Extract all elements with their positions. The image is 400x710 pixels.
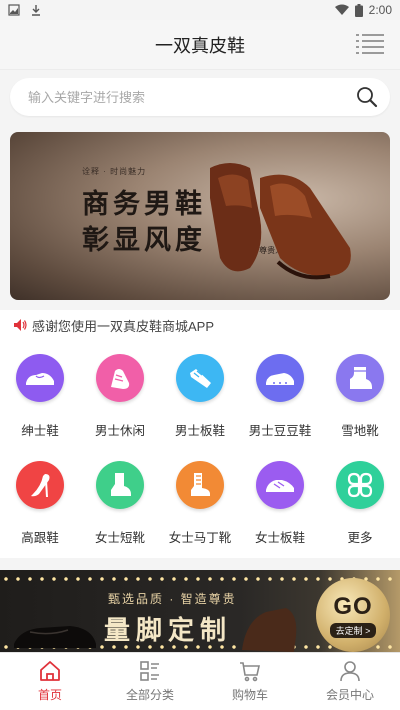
category-grid: 绅士鞋 男士休闲 男士板鞋 男士豆豆鞋 雪地靴 高跟鞋 女士短靴 女士马丁靴 女… bbox=[0, 340, 400, 558]
speaker-icon bbox=[14, 319, 27, 331]
user-icon bbox=[340, 661, 360, 682]
menu-icon[interactable] bbox=[356, 33, 384, 55]
driving-shoe-icon bbox=[256, 354, 304, 402]
wifi-icon bbox=[334, 4, 349, 15]
download-icon bbox=[32, 5, 40, 16]
search-bar bbox=[0, 70, 400, 124]
category-label: 男士豆豆鞋 bbox=[248, 424, 312, 438]
search-input[interactable] bbox=[28, 89, 356, 105]
category-item[interactable]: 更多 bbox=[320, 461, 400, 546]
custom-fit-banner[interactable]: 甄选品质 · 智造尊贵 量脚定制 GO 去定制 > bbox=[0, 570, 400, 656]
category-icon bbox=[140, 661, 159, 681]
banner-headline-2: 彰显风度 bbox=[82, 225, 206, 255]
header: 一双真皮鞋 bbox=[0, 20, 400, 70]
category-label: 女士短靴 bbox=[94, 531, 145, 545]
category-label: 更多 bbox=[347, 531, 373, 545]
dress-shoes-image bbox=[210, 163, 351, 280]
status-time: 2:00 bbox=[368, 3, 392, 17]
image-notification-icon bbox=[8, 4, 20, 16]
skate-shoe-icon bbox=[176, 354, 224, 402]
bottom-tab-bar: 首页 全部分类 购物车 会员中心 bbox=[0, 652, 400, 710]
tab-label: 会员中心 bbox=[325, 688, 374, 702]
category-item[interactable]: 男士豆豆鞋 bbox=[240, 354, 320, 439]
category-label: 女士板鞋 bbox=[254, 531, 305, 545]
tab-label: 购物车 bbox=[231, 688, 268, 702]
battery-icon bbox=[354, 3, 363, 17]
notice-bar: 感谢您使用一双真皮鞋商城APP bbox=[0, 310, 400, 340]
category-label: 高跟鞋 bbox=[21, 531, 59, 545]
shoe-image bbox=[14, 626, 96, 648]
tab-label: 全部分类 bbox=[125, 688, 174, 702]
ankle-boot-icon bbox=[96, 461, 144, 509]
tab-label: 首页 bbox=[37, 688, 62, 702]
banner-tagline: 诠释 · 时尚魅力 bbox=[82, 167, 147, 176]
category-item[interactable]: 女士马丁靴 bbox=[160, 461, 240, 546]
page-title: 一双真皮鞋 bbox=[155, 35, 245, 56]
category-item[interactable]: 高跟鞋 bbox=[0, 461, 80, 546]
loafer-icon bbox=[16, 354, 64, 402]
go-text: GO bbox=[333, 592, 373, 620]
shoe-image bbox=[242, 608, 297, 652]
martin-boot-icon bbox=[176, 461, 224, 509]
go-customize-button[interactable]: GO 去定制 > bbox=[316, 578, 390, 652]
promo-small-text: 甄选品质 · 智造尊贵 bbox=[108, 592, 237, 606]
category-label: 女士马丁靴 bbox=[168, 531, 232, 545]
womens-sneaker-icon bbox=[256, 461, 304, 509]
cart-icon bbox=[240, 662, 260, 682]
tab-home[interactable]: 首页 bbox=[0, 653, 100, 710]
promo-headline: 量脚定制 bbox=[104, 615, 233, 645]
category-label: 绅士鞋 bbox=[21, 424, 59, 438]
more-grid-icon bbox=[336, 461, 384, 509]
category-label: 雪地靴 bbox=[341, 424, 379, 438]
banner-headline-1: 商务男鞋 bbox=[82, 189, 206, 219]
search-icon[interactable] bbox=[356, 86, 378, 108]
tab-categories[interactable]: 全部分类 bbox=[100, 653, 200, 710]
sneaker-icon bbox=[96, 354, 144, 402]
category-item[interactable]: 绅士鞋 bbox=[0, 354, 80, 439]
home-icon bbox=[40, 661, 60, 681]
category-item[interactable]: 女士板鞋 bbox=[240, 461, 320, 546]
high-heel-icon bbox=[16, 461, 64, 509]
category-item[interactable]: 雪地靴 bbox=[320, 354, 400, 439]
notice-text: 感谢您使用一双真皮鞋商城APP bbox=[32, 318, 215, 334]
snow-boot-icon bbox=[336, 354, 384, 402]
category-label: 男士板鞋 bbox=[174, 424, 225, 438]
category-item[interactable]: 男士板鞋 bbox=[160, 354, 240, 439]
promo-banner[interactable]: 诠释 · 时尚魅力 商务男鞋 彰显风度 演绎 · 尊贵人生 bbox=[10, 132, 390, 300]
category-item[interactable]: 女士短靴 bbox=[80, 461, 160, 546]
category-item[interactable]: 男士休闲 bbox=[80, 354, 160, 439]
category-label: 男士休闲 bbox=[94, 424, 145, 438]
go-sub-text: 去定制 > bbox=[329, 622, 377, 638]
tab-cart[interactable]: 购物车 bbox=[200, 653, 300, 710]
tab-member[interactable]: 会员中心 bbox=[300, 653, 400, 710]
status-bar: 2:00 bbox=[0, 0, 400, 20]
search-box[interactable] bbox=[10, 78, 390, 116]
